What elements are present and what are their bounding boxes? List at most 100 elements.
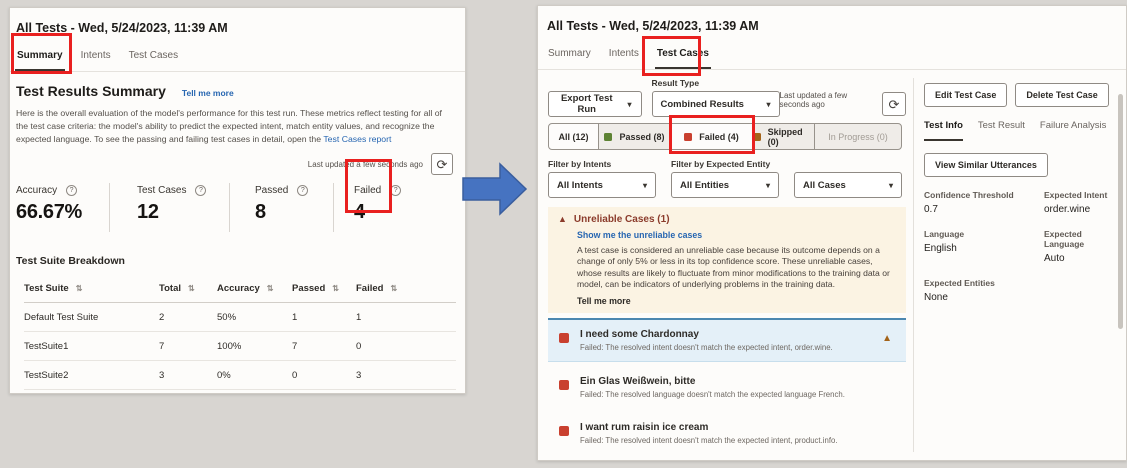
metric-accuracy: Accuracy? 66.67% [16,183,109,232]
result-type-select[interactable]: Combined Results▾ [652,91,780,117]
metric-failed: Failed? 4 [333,183,403,232]
table-row: TestSuite2 3 0% 0 3 [24,361,456,390]
summary-view-panel: All Tests - Wed, 5/24/2023, 11:39 AM Sum… [9,7,466,394]
chip-failed[interactable]: Failed (4) [670,123,753,150]
entity-filter-select[interactable]: All Entities▾ [671,172,779,198]
sort-icon[interactable]: ⇅ [76,284,83,293]
chevron-down-icon: ▾ [889,181,893,190]
metric-test-cases: Test Cases? 12 [109,183,229,232]
tab-test-info[interactable]: Test Info [924,120,963,141]
failed-square-icon [559,333,569,343]
unreliable-cases-description: A test case is considered an unreliable … [577,245,895,290]
chip-in-progress[interactable]: In Progress (0) [814,123,902,150]
help-icon[interactable]: ? [195,185,206,196]
tab-test-result[interactable]: Test Result [978,120,1025,141]
chevron-down-icon: ▾ [767,100,771,109]
tab-test-cases[interactable]: Test Cases [127,48,180,71]
result-type-label: Result Type [652,78,780,88]
delete-test-case-button[interactable]: Delete Test Case [1015,83,1108,107]
list-item-case[interactable]: I need some Chardonnay Failed: The resol… [548,318,906,362]
suite-link[interactable]: TestSuite2 [24,361,159,390]
table-header-row: Test Suite⇅ Total⇅ Accuracy⇅ Passed⇅ Fai… [24,275,456,303]
metric-failed-value: 4 [354,201,403,224]
tab-bar: Summary Intents Test Cases [538,46,1126,70]
skipped-square-icon [753,133,761,141]
list-item-case[interactable]: Ein Glas Weißwein, bitte Failed: The res… [548,367,906,408]
metric-test-cases-value: 12 [137,201,229,224]
section-heading: Test Results Summary [16,83,166,99]
refresh-icon: ⟳ [889,98,900,111]
suite-link[interactable]: Default Test Suite [24,303,159,332]
toolbar: Export Test Run▾ Result Type Combined Re… [548,78,906,117]
field-expected-entities: Expected Entities None [924,278,1044,303]
tab-intents[interactable]: Intents [79,48,113,71]
unreliable-cases-title: Unreliable Cases (1) [574,214,670,225]
metric-passed-value: 8 [255,201,333,224]
scrollbar[interactable] [1118,94,1123,329]
metric-passed: Passed? 8 [229,183,333,232]
help-icon[interactable]: ? [390,185,401,196]
tab-bar: Summary Intents Test Cases [10,48,465,72]
chevron-down-icon: ▾ [766,181,770,190]
test-cases-report-link[interactable]: Test Cases report [323,134,391,144]
filter-entity-label: Filter by Expected Entity [671,159,779,169]
chip-passed[interactable]: Passed (8) [598,123,671,150]
chevron-down-icon: ▾ [643,181,647,190]
list-item-case[interactable]: What white wines do you have? Failed: Th… [548,459,906,461]
chip-skipped[interactable]: Skipped (0) [752,123,815,150]
field-expected-intent: Expected Intent order.wine [1044,190,1120,215]
tab-summary[interactable]: Summary [15,48,65,71]
test-case-detail-panel: Edit Test Case Delete Test Case Test Inf… [924,83,1120,303]
help-icon[interactable]: ? [297,185,308,196]
suite-link[interactable]: TestSuite1 [24,332,159,361]
test-cases-view-panel: All Tests - Wed, 5/24/2023, 11:39 AM Sum… [537,5,1127,461]
refresh-icon: ⟳ [437,158,448,171]
sort-icon[interactable]: ⇅ [390,284,397,293]
show-unreliable-cases-link[interactable]: Show me the unreliable cases [577,230,894,240]
chevron-down-icon: ▾ [628,100,632,109]
unreliable-warning-icon: ▲ [882,333,898,344]
page-title: All Tests - Wed, 5/24/2023, 11:39 AM [547,19,1116,33]
test-cases-main: Export Test Run▾ Result Type Combined Re… [548,78,906,461]
tell-me-more-link[interactable]: Tell me more [182,88,234,98]
cases-filter-select[interactable]: All Cases▾ [794,172,902,198]
refresh-button[interactable]: ⟳ [882,92,906,116]
sort-icon[interactable]: ⇅ [332,284,339,293]
test-info-fields: Confidence Threshold 0.7 Expected Intent… [924,190,1120,303]
filters-row: Filter by Intents All Intents▾ Filter by… [548,159,906,198]
page-title: All Tests - Wed, 5/24/2023, 11:39 AM [16,21,455,35]
tab-failure-analysis[interactable]: Failure Analysis [1040,120,1107,141]
list-item-case[interactable]: I want rum raisin ice cream Failed: The … [548,413,906,454]
failed-case-list: I need some Chardonnay Failed: The resol… [548,318,906,461]
help-icon[interactable]: ? [66,185,77,196]
detail-tab-bar: Test Info Test Result Failure Analysis [924,120,1120,141]
chip-all[interactable]: All (12) [548,123,599,150]
refresh-button[interactable]: ⟳ [431,153,453,175]
sort-icon[interactable]: ⇅ [267,284,274,293]
export-test-run-button[interactable]: Export Test Run▾ [548,91,642,117]
view-similar-utterances-button[interactable]: View Similar Utterances [924,153,1048,177]
table-row: Default Test Suite 2 50% 1 1 [24,303,456,332]
field-expected-language: Expected Language Auto [1044,229,1120,264]
intents-filter-select[interactable]: All Intents▾ [548,172,656,198]
failed-square-icon [684,133,692,141]
breakdown-heading: Test Suite Breakdown [16,255,465,267]
annotation-arrow-icon [462,162,528,216]
tab-intents[interactable]: Intents [607,46,641,69]
table-row: TestSuite1 7 100% 7 0 [24,332,456,361]
tell-me-more-link[interactable]: Tell me more [577,296,894,306]
tab-test-cases[interactable]: Test Cases [655,46,711,69]
test-suite-table: Test Suite⇅ Total⇅ Accuracy⇅ Passed⇅ Fai… [24,275,456,390]
filter-intents-label: Filter by Intents [548,159,656,169]
tab-summary[interactable]: Summary [546,46,593,69]
vertical-divider [913,78,914,452]
warning-icon: ▲ [558,214,567,224]
failed-square-icon [559,426,569,436]
passed-square-icon [604,133,612,141]
field-confidence-threshold: Confidence Threshold 0.7 [924,190,1044,215]
metrics-row: Accuracy? 66.67% Test Cases? 12 Passed? … [16,183,465,232]
metric-accuracy-value: 66.67% [16,201,109,224]
edit-test-case-button[interactable]: Edit Test Case [924,83,1007,107]
result-filter-chips: All (12) Passed (8) Failed (4) Skipped (… [548,123,906,150]
sort-icon[interactable]: ⇅ [188,284,195,293]
